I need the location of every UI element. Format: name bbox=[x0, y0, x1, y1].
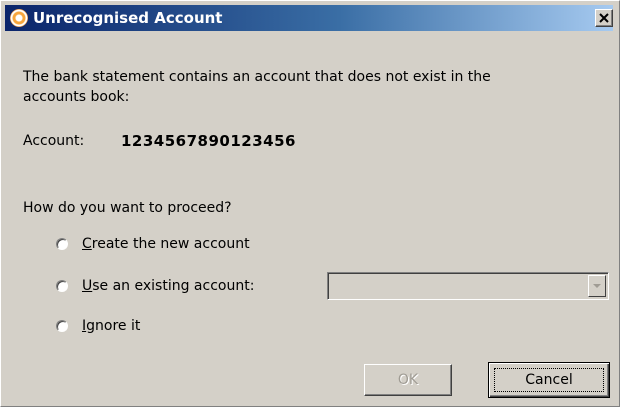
chevron-down-icon bbox=[593, 284, 601, 288]
option-text: reate the new account bbox=[91, 236, 250, 252]
option-label: Ignore it bbox=[82, 316, 140, 336]
unrecognised-account-dialog: Unrecognised Account The bank statement … bbox=[0, 0, 620, 407]
option-text: se an existing account: bbox=[92, 278, 255, 294]
option-ignore-it[interactable]: Ignore it bbox=[56, 316, 140, 336]
radio-button[interactable] bbox=[56, 280, 68, 292]
cancel-button[interactable]: Cancel bbox=[488, 362, 610, 398]
dialog-title: Unrecognised Account bbox=[33, 9, 223, 27]
radio-button[interactable] bbox=[56, 320, 68, 332]
option-text: gnore it bbox=[86, 318, 141, 334]
dropdown-button[interactable] bbox=[588, 275, 606, 297]
close-icon bbox=[599, 13, 609, 23]
message-line-1: The bank statement contains an account t… bbox=[23, 69, 491, 85]
title-bar[interactable]: Unrecognised Account bbox=[5, 5, 613, 31]
option-label: Use an existing account: bbox=[82, 276, 254, 296]
account-number: 1234567890123456 bbox=[121, 132, 296, 150]
app-icon bbox=[10, 9, 28, 27]
account-label: Account: bbox=[23, 133, 85, 149]
radio-button[interactable] bbox=[56, 238, 68, 250]
option-create-new-account[interactable]: Create the new account bbox=[56, 234, 250, 254]
ok-button[interactable]: OK bbox=[364, 364, 452, 396]
proceed-question: How do you want to proceed? bbox=[23, 200, 232, 216]
close-button[interactable] bbox=[595, 9, 613, 27]
mnemonic-letter: C bbox=[82, 236, 92, 252]
message-line-2: accounts book: bbox=[23, 89, 130, 105]
cancel-label: Cancel bbox=[494, 368, 604, 392]
mnemonic-letter: U bbox=[82, 278, 93, 294]
option-label: Create the new account bbox=[82, 234, 250, 254]
option-use-existing-account[interactable]: Use an existing account: bbox=[56, 276, 254, 296]
existing-account-select[interactable] bbox=[327, 272, 609, 300]
